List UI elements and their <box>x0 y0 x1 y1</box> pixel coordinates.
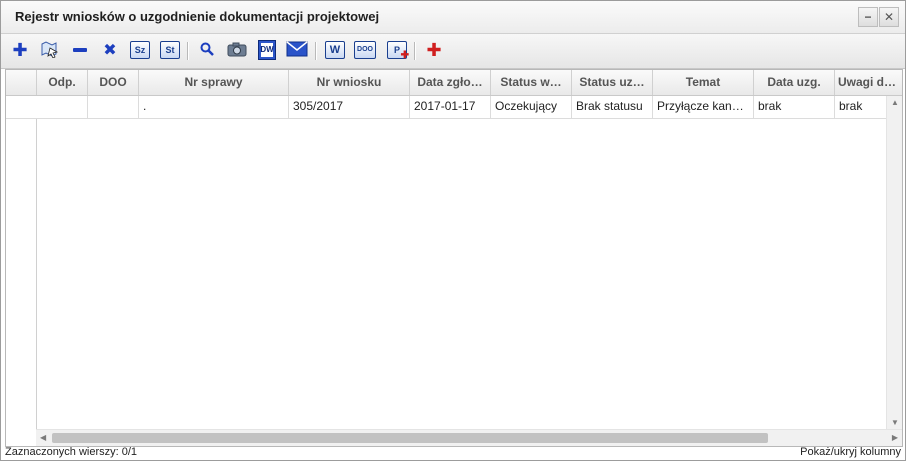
cell-temat: Przyłącze kan… <box>653 96 754 118</box>
column-header-data-uzg[interactable]: Data uzg. <box>754 70 835 95</box>
toolbar-separator <box>315 42 317 60</box>
cell-nr-sprawy: . <box>139 96 289 118</box>
column-header-temat[interactable]: Temat <box>653 70 754 95</box>
mail-icon <box>286 40 308 60</box>
camera-button[interactable] <box>226 39 248 61</box>
column-header-nr-wniosku[interactable]: Nr wniosku <box>289 70 410 95</box>
camera-icon <box>227 41 247 60</box>
plus-badge-icon: ✚ <box>400 50 409 61</box>
st-button[interactable]: St <box>159 39 181 61</box>
row-selector-column <box>6 96 37 430</box>
cell-uwagi: brak <box>839 99 863 113</box>
cell-status-wniosku: Oczekujący <box>491 96 572 118</box>
red-cross-button[interactable]: ✚ <box>423 39 445 61</box>
title-bar[interactable]: Rejestr wniosków o uzgodnienie dokumenta… <box>1 1 905 34</box>
scroll-right-icon[interactable]: ▶ <box>892 433 898 442</box>
column-header-nr-sprawy[interactable]: Nr sprawy <box>139 70 289 95</box>
doo-icon: DOO <box>354 41 376 59</box>
p-plus-label: P <box>393 45 400 55</box>
toolbar-separator <box>187 42 189 60</box>
search-button[interactable] <box>196 39 218 61</box>
dialog-window: Rejestr wniosków o uzgodnienie dokumenta… <box>0 0 906 461</box>
p-plus-button[interactable]: P ✚ <box>386 39 409 61</box>
cell-data-zgloszenia: 2017-01-17 <box>410 96 491 118</box>
p-plus-icon: P ✚ <box>387 41 409 61</box>
minimize-icon: − <box>864 10 872 24</box>
red-cross-icon: ✚ <box>426 39 442 60</box>
dw-icon: DW <box>258 40 276 60</box>
cell-nr-wniosku: 305/2017 <box>289 96 410 118</box>
add-button[interactable]: ✚ <box>9 39 31 61</box>
window-title: Rejestr wniosków o uzgodnienie dokumenta… <box>15 9 380 24</box>
sz-icon: Sz <box>130 41 150 59</box>
cell-data-uzg: brak <box>754 96 835 118</box>
sz-button[interactable]: Sz <box>129 39 151 61</box>
doo-button[interactable]: DOO <box>354 39 376 61</box>
map-select-button[interactable] <box>39 39 61 61</box>
delete-icon: ✖ <box>103 42 117 59</box>
column-header-doo[interactable]: DOO <box>88 70 139 95</box>
horizontal-scroll-thumb[interactable] <box>52 433 768 443</box>
toggle-columns-link[interactable]: Pokaż/ukryj kolumny <box>800 446 901 458</box>
dw-button[interactable]: DW <box>256 39 278 61</box>
selected-rows-status: Zaznaczonych wierszy: 0/1 <box>5 446 138 458</box>
grid-header: Odp. DOO Nr sprawy Nr wniosku Data zgło…… <box>6 70 902 96</box>
remove-button[interactable] <box>69 39 91 61</box>
column-header-uwagi[interactable]: Uwagi do… <box>835 70 902 95</box>
vertical-scrollbar[interactable]: ▲ ▼ <box>886 96 902 429</box>
toolbar: ✚ ✖ Sz St DW W DOO P ✚ ✚ <box>1 34 905 69</box>
close-button[interactable]: ✕ <box>879 7 899 27</box>
data-grid: Odp. DOO Nr sprawy Nr wniosku Data zgło…… <box>5 69 903 447</box>
search-icon <box>199 41 215 60</box>
cell-status-uzgodnienia: Brak statusu <box>572 96 653 118</box>
word-button[interactable]: W <box>324 39 346 61</box>
toolbar-separator <box>414 42 416 60</box>
scroll-up-icon[interactable]: ▲ <box>891 98 899 107</box>
map-select-icon <box>40 40 60 61</box>
add-icon: ✚ <box>12 39 28 60</box>
st-icon: St <box>160 41 180 59</box>
word-icon: W <box>325 41 345 59</box>
minimize-button[interactable]: − <box>858 7 878 27</box>
delete-button[interactable]: ✖ <box>99 39 121 61</box>
horizontal-scrollbar[interactable]: ◀ ▶ <box>36 429 902 446</box>
cell-doo <box>88 96 139 118</box>
cell-odp <box>37 96 88 118</box>
column-header-status-wniosku[interactable]: Status w… <box>491 70 572 95</box>
column-header-status-uzgodnienia[interactable]: Status uz… <box>572 70 653 95</box>
close-icon: ✕ <box>883 10 895 24</box>
column-header-odp[interactable]: Odp. <box>37 70 88 95</box>
remove-icon <box>73 48 87 52</box>
scroll-down-icon[interactable]: ▼ <box>891 418 899 427</box>
column-header-data-zgloszenia[interactable]: Data zgło… <box>410 70 491 95</box>
select-column-header[interactable] <box>6 70 37 95</box>
table-row[interactable]: . 305/2017 2017-01-17 Oczekujący Brak st… <box>6 96 886 119</box>
scroll-left-icon[interactable]: ◀ <box>40 433 46 442</box>
mail-button[interactable] <box>286 39 308 61</box>
